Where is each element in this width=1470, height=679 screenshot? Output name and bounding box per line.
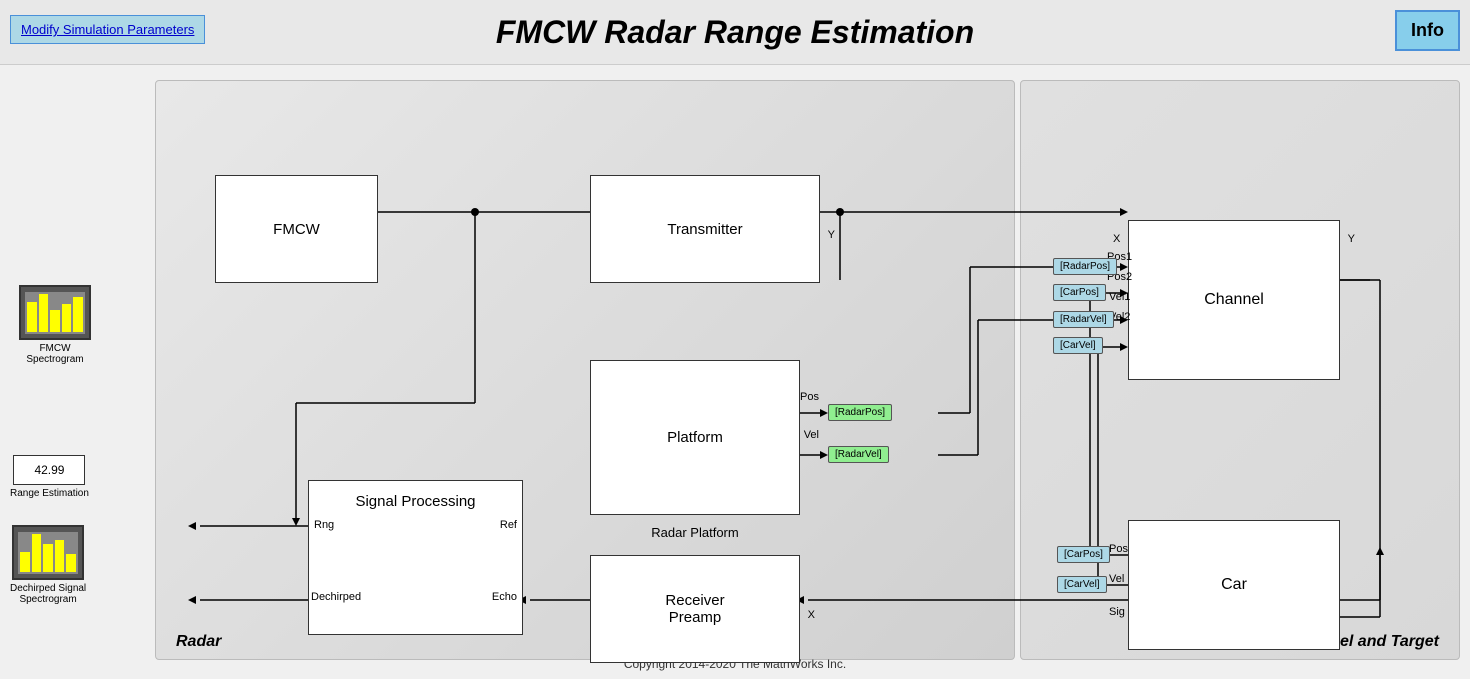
channel-block[interactable]: Channel X Pos1 Pos2 Vel1 Vel2 Y bbox=[1128, 220, 1340, 380]
modify-simulation-button[interactable]: Modify Simulation Parameters bbox=[10, 15, 205, 44]
dechirped-port: Dechirped bbox=[311, 591, 361, 603]
range-estimation-label: Range Estimation bbox=[10, 488, 89, 499]
radar-pos-tag-1: [RadarPos] bbox=[828, 404, 892, 421]
header: Modify Simulation Parameters FMCW Radar … bbox=[0, 0, 1470, 65]
receiver-x-port: X bbox=[808, 609, 815, 621]
car-pos-port: Pos bbox=[1109, 543, 1128, 555]
main-canvas: Radar Channel and Target Copyright 2014-… bbox=[0, 65, 1470, 679]
radar-pos-tag-2: [RadarPos] bbox=[1053, 258, 1117, 275]
radar-platform-label: Radar Platform bbox=[590, 525, 800, 540]
fmcw-spectrogram-label: FMCW Spectrogram bbox=[10, 343, 100, 365]
rng-port: Rng bbox=[314, 519, 334, 531]
transmitter-y-port: Y bbox=[828, 229, 835, 241]
fmcw-spectrogram-display bbox=[19, 285, 91, 340]
channel-x-port: X bbox=[1113, 233, 1120, 245]
page-title: FMCW Radar Range Estimation bbox=[496, 14, 974, 51]
channel-vel1-port: Vel1 bbox=[1109, 291, 1130, 303]
car-block[interactable]: Car Pos Vel Sig bbox=[1128, 520, 1340, 650]
dechirped-spectrogram-display bbox=[12, 525, 84, 580]
receiver-preamp-block[interactable]: Receiver Preamp X bbox=[590, 555, 800, 663]
platform-vel-port: Vel bbox=[804, 429, 819, 441]
car-vel-tag-out: [CarVel] bbox=[1057, 576, 1107, 593]
radar-vel-tag-2: [RadarVel] bbox=[1053, 311, 1114, 328]
platform-block[interactable]: Platform Pos Vel bbox=[590, 360, 800, 515]
car-vel-tag-channel: [CarVel] bbox=[1053, 337, 1103, 354]
left-sidebar: FMCW Spectrogram 42.99 Range Estimation bbox=[0, 65, 155, 679]
range-value-display: 42.99 bbox=[13, 455, 85, 485]
channel-y-port: Y bbox=[1348, 233, 1355, 245]
info-button[interactable]: Info bbox=[1395, 10, 1460, 51]
radar-section-label: Radar bbox=[176, 633, 221, 651]
range-estimation-widget[interactable]: 42.99 Range Estimation bbox=[10, 455, 89, 499]
dechirped-spectrogram-widget[interactable]: Dechirped Signal Spectrogram bbox=[10, 525, 86, 605]
signal-processing-block[interactable]: Signal Processing Rng Ref Dechirped Echo bbox=[308, 480, 523, 635]
car-pos-tag-channel: [CarPos] bbox=[1053, 284, 1106, 301]
dechirped-spectrogram-label: Dechirped Signal Spectrogram bbox=[10, 583, 86, 605]
radar-section: Radar bbox=[155, 80, 1015, 660]
car-vel-port: Vel bbox=[1109, 573, 1124, 585]
fmcw-block[interactable]: FMCW bbox=[215, 175, 378, 283]
car-sig-port: Sig bbox=[1109, 606, 1125, 618]
transmitter-block[interactable]: Transmitter Y bbox=[590, 175, 820, 283]
fmcw-spectrogram-widget[interactable]: FMCW Spectrogram bbox=[10, 285, 100, 365]
car-pos-tag-out: [CarPos] bbox=[1057, 546, 1110, 563]
radar-vel-tag-1: [RadarVel] bbox=[828, 446, 889, 463]
platform-pos-port: Pos bbox=[800, 391, 819, 403]
echo-port: Echo bbox=[492, 591, 517, 603]
ref-port: Ref bbox=[500, 519, 517, 531]
